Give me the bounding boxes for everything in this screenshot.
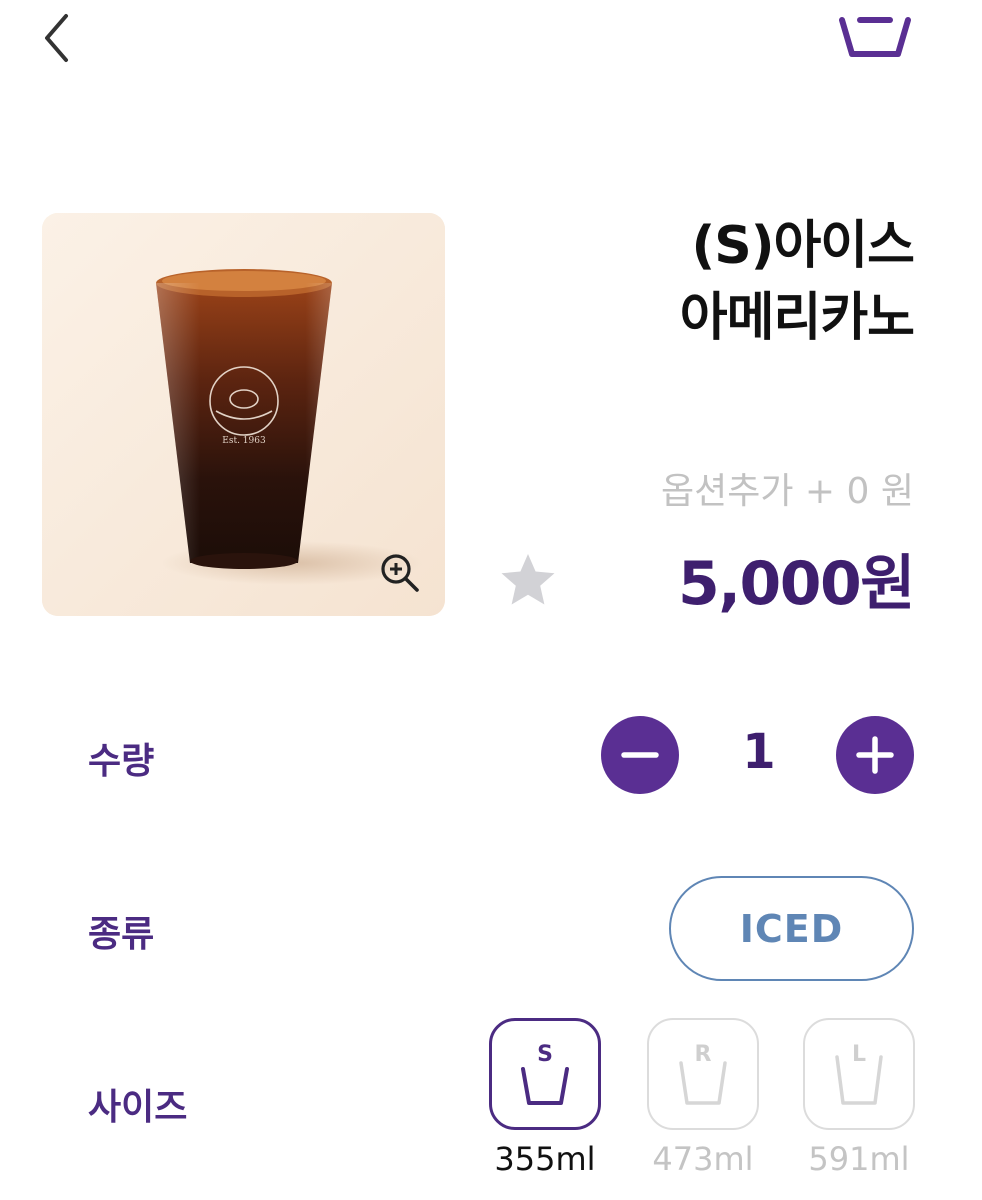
size-letter-l: L [852, 1042, 866, 1067]
svg-text:Est. 1963: Est. 1963 [222, 436, 266, 446]
zoom-button[interactable] [375, 548, 425, 598]
size-label: 사이즈 [88, 1087, 188, 1128]
back-button[interactable] [30, 6, 90, 66]
chevron-left-icon [45, 14, 68, 62]
cart-button[interactable] [830, 0, 920, 70]
size-option-r[interactable]: R [647, 1018, 759, 1130]
quantity-label: 수량 [88, 741, 155, 782]
size-volume-r: 473ml [652, 1140, 754, 1178]
plus-icon [856, 736, 894, 774]
quantity-decrease-button[interactable] [601, 716, 679, 794]
product-name-line-2: 아메리카노 [679, 288, 915, 348]
zoom-in-icon [381, 554, 419, 592]
option-add-value: + 0 원 [804, 471, 914, 512]
size-option-s[interactable]: S [489, 1018, 601, 1130]
option-add-label: 옵션추가 [660, 471, 794, 512]
quantity-value: 1 [742, 724, 776, 780]
quantity-increase-button[interactable] [836, 716, 914, 794]
size-volume-l: 591ml [808, 1140, 910, 1178]
favorite-button[interactable] [496, 548, 560, 612]
cup-size-s-icon: S [521, 1042, 569, 1105]
size-option-l[interactable]: L [803, 1018, 915, 1130]
product-name-line-1: (S)아이스 [691, 216, 915, 276]
cup-size-l-icon: L [835, 1042, 883, 1105]
star-icon [501, 554, 555, 605]
product-price: 5,000원 [678, 549, 916, 619]
type-iced-toggle[interactable]: ICED [669, 876, 914, 981]
cup-size-r-icon: R [679, 1042, 727, 1105]
size-volume-s: 355ml [494, 1140, 596, 1178]
size-letter-s: S [537, 1042, 553, 1067]
minus-icon [621, 752, 659, 758]
type-selected-label: ICED [739, 906, 844, 951]
size-letter-r: R [695, 1042, 712, 1067]
cart-basket-icon [839, 17, 911, 57]
type-label: 종류 [88, 914, 155, 955]
option-add-price: 옵션추가 + 0 원 [661, 462, 914, 514]
